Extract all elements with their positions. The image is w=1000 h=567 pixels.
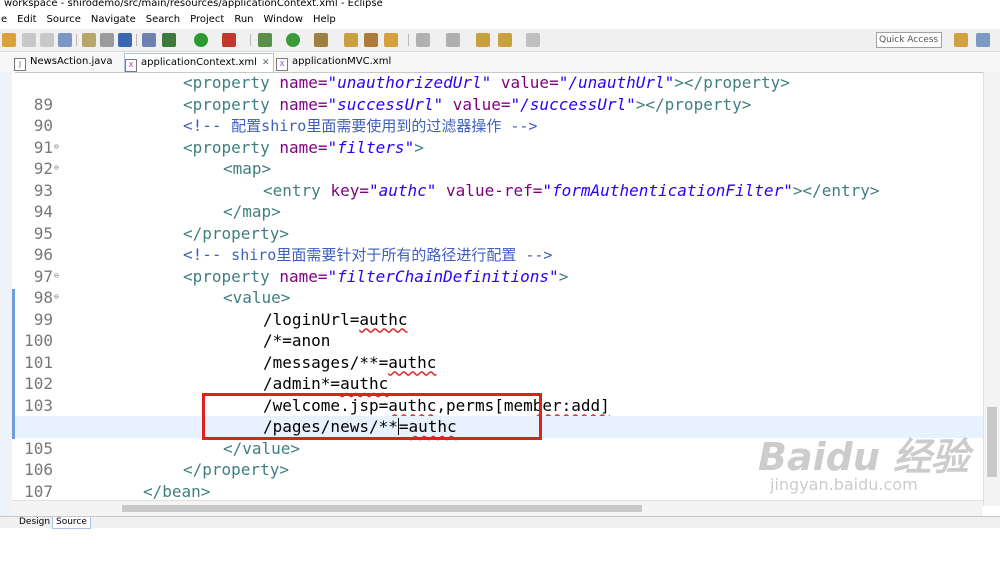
window-title: workspace - shirodemo/src/main/resources… xyxy=(4,0,383,9)
tab-applicationmvc-xml[interactable]: XapplicationMVC.xml xyxy=(276,53,396,71)
java-file-icon: J xyxy=(14,58,26,71)
code-line[interactable]: 89 <property name="unauthorizedUrl" valu… xyxy=(15,72,983,114)
search-icon[interactable] xyxy=(384,33,398,47)
code-line[interactable]: 93 ⊖ <map> xyxy=(15,158,983,200)
editor-tab-bar: J NewsAction.java XapplicationContext.xml… xyxy=(0,53,1000,73)
back-icon[interactable] xyxy=(498,33,512,47)
code-line[interactable]: 102 /messages/**=authc xyxy=(15,352,983,394)
editor-mode-tabs: Design Source xyxy=(0,516,1000,529)
toolbar-separator xyxy=(408,34,409,46)
fold-icon[interactable]: ⊖ xyxy=(54,142,61,150)
menu-window[interactable]: Window xyxy=(259,14,308,25)
menu-bar: e Edit Source Navigate Search Project Ru… xyxy=(0,11,1000,28)
toolbar-separator xyxy=(136,34,137,46)
new-icon[interactable] xyxy=(2,33,16,47)
new-java-class-icon[interactable] xyxy=(286,33,300,47)
code-line[interactable]: 90 <property name="successUrl" value="/s… xyxy=(15,94,983,136)
last-edit-icon[interactable] xyxy=(476,33,490,47)
highlight-annotation-box xyxy=(202,393,542,440)
code-line[interactable]: 101 /*=anon xyxy=(15,330,983,372)
code-line[interactable]: 96 </property> xyxy=(15,223,983,265)
menu-source[interactable]: Source xyxy=(42,14,86,25)
tab-design[interactable]: Design xyxy=(16,517,53,528)
scroll-thumb[interactable] xyxy=(987,407,997,477)
save-icon[interactable] xyxy=(22,33,36,47)
code-line[interactable]: 92 ⊖ <property name="filters"> xyxy=(15,137,983,179)
debug-icon[interactable] xyxy=(162,33,176,47)
tab-applicationcontext-xml[interactable]: XapplicationContext.xml ✕ xyxy=(124,53,274,72)
run-icon[interactable] xyxy=(194,33,208,47)
next-annotation-icon[interactable] xyxy=(416,33,430,47)
external-tools-icon[interactable] xyxy=(222,33,236,47)
code-line[interactable]: 100 /loginUrl=authc xyxy=(15,309,983,351)
scroll-thumb[interactable] xyxy=(122,505,642,512)
open-perspective-icon[interactable] xyxy=(954,33,968,47)
code-line[interactable]: 98 ⊖ <property name="filterChainDefiniti… xyxy=(15,266,983,308)
console-icon[interactable] xyxy=(118,33,132,47)
print-icon[interactable] xyxy=(58,33,72,47)
menu-run[interactable]: Run xyxy=(229,14,258,25)
code-line[interactable]: 103 /admin*=authc xyxy=(15,373,983,415)
code-line[interactable]: 97 <!-- shiro里面需要针对于所有的路径进行配置 --> xyxy=(15,244,983,286)
new-server-icon[interactable] xyxy=(258,33,272,47)
menu-help[interactable]: Help xyxy=(308,14,341,25)
open-task-icon[interactable] xyxy=(344,33,358,47)
fold-icon[interactable]: ⊖ xyxy=(54,293,61,301)
fold-icon[interactable]: ⊖ xyxy=(54,164,61,172)
tab-label: applicationMVC.xml xyxy=(292,56,392,67)
folder-icon[interactable] xyxy=(364,33,378,47)
java-ee-perspective-icon[interactable] xyxy=(976,33,990,47)
tab-newsaction-java[interactable]: J NewsAction.java xyxy=(14,53,122,71)
forward-icon[interactable] xyxy=(526,33,540,47)
window-title-bar: workspace - shirodemo/src/main/resources… xyxy=(0,0,1000,11)
code-line[interactable]: 91 <!-- 配置shiro里面需要使用到的过滤器操作 --> xyxy=(15,115,983,157)
code-line[interactable]: 95 </map> xyxy=(15,201,983,243)
tab-source[interactable]: Source xyxy=(52,517,91,529)
quick-access-input[interactable]: Quick Access xyxy=(876,32,942,48)
xml-file-icon: X xyxy=(125,59,137,72)
tab-label: applicationContext.xml xyxy=(141,57,257,68)
build-icon[interactable] xyxy=(82,33,96,47)
vertical-scrollbar[interactable] xyxy=(983,72,1000,506)
toolbar-separator xyxy=(250,34,251,46)
previous-annotation-icon[interactable] xyxy=(446,33,460,47)
main-toolbar xyxy=(0,29,1000,52)
xml-file-icon: X xyxy=(276,58,288,71)
open-type-icon[interactable] xyxy=(314,33,328,47)
code-line[interactable]: 94 <entry key="authc" value-ref="formAut… xyxy=(15,180,983,222)
tab-label: NewsAction.java xyxy=(30,56,113,67)
save-all-icon[interactable] xyxy=(40,33,54,47)
menu-edit[interactable]: Edit xyxy=(12,14,41,25)
menu-search[interactable]: Search xyxy=(141,14,185,25)
baidu-watermark: Baidu 经验 jingyan.baidu.com xyxy=(758,438,969,494)
horizontal-scrollbar[interactable] xyxy=(12,500,983,516)
toolbar-separator xyxy=(76,34,77,46)
menu-navigate[interactable]: Navigate xyxy=(86,14,141,25)
menu-project[interactable]: Project xyxy=(185,14,229,25)
fold-icon[interactable]: ⊖ xyxy=(54,271,61,279)
code-line[interactable]: 99 ⊖ <value> xyxy=(15,287,983,329)
task-icon[interactable] xyxy=(100,33,114,47)
skip-breakpoints-icon[interactable] xyxy=(142,33,156,47)
close-icon[interactable]: ✕ xyxy=(262,58,270,68)
watermark-brand: Baidu 经验 xyxy=(758,435,970,479)
menu-file[interactable]: e xyxy=(0,14,12,25)
